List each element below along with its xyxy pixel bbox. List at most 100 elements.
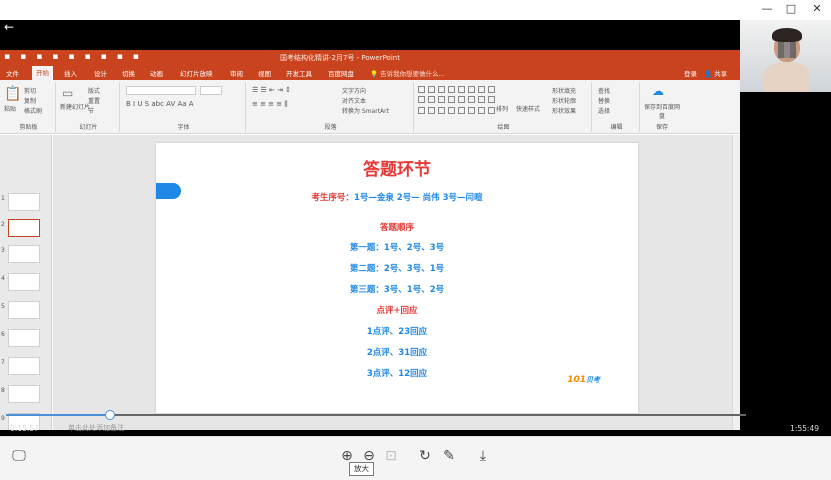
tell-me-search[interactable]: 💡 告诉我你想要做什么... — [370, 68, 445, 78]
webcam-overlay — [740, 20, 831, 92]
tab-insert[interactable]: 插入 — [64, 68, 77, 78]
thumb-number: 8 — [1, 387, 5, 394]
progress-bar[interactable] — [6, 410, 746, 420]
format-painter-button[interactable]: 格式刷 — [24, 106, 42, 115]
align-text-button[interactable]: 对齐文本 — [342, 96, 366, 105]
replace-button[interactable]: 替换 — [598, 96, 610, 105]
review-heading: 点评+回应 — [376, 306, 418, 316]
group-label-paragraph: 段落 — [324, 124, 337, 131]
maximize-icon[interactable]: □ — [782, 2, 800, 16]
close-icon[interactable]: ✕ — [808, 2, 826, 16]
smartart-button[interactable]: 转换为 SmartArt — [342, 106, 389, 115]
select-button[interactable]: 选择 — [598, 106, 610, 115]
slide-thumbnail[interactable] — [8, 357, 40, 375]
slide-thumbnail[interactable] — [8, 193, 40, 211]
fit-screen-icon[interactable]: ⊡ — [382, 447, 400, 465]
monitor-icon[interactable]: 🖵 — [10, 447, 28, 465]
tab-transitions[interactable]: 切换 — [122, 68, 135, 78]
vertical-scrollbar[interactable] — [732, 135, 740, 430]
quick-access-icons: ▪▪▪▪▪▪▪▪▪ — [4, 52, 149, 62]
tab-home[interactable]: 开始 — [32, 66, 53, 80]
group-label-save: 保存 — [655, 124, 668, 131]
rotate-icon[interactable]: ↻ — [416, 447, 434, 465]
group-paragraph: ☰ ☰ ⇤ ⇥ ↕ ≡ ≡ ≡ ≡ ⫼ 文字方向 对齐文本 转换为 SmartA… — [248, 82, 414, 132]
group-label-slides: 幻灯片 — [79, 124, 98, 131]
ribbon: 📋 粘贴 剪切 复制 格式刷 剪贴板 ▭ 新建幻灯片 版式 重置 节 幻灯片 B… — [0, 80, 740, 134]
font-name-select[interactable] — [126, 86, 196, 95]
slide-editing-area[interactable]: 答题环节 考生序号：1号—金泉 2号— 尚伟 3号—闫暄 答题顺序 第一题：1号… — [53, 135, 740, 430]
align-buttons[interactable]: ≡ ≡ ≡ ≡ ⫼ — [252, 100, 288, 109]
paste-button[interactable]: 粘贴 — [4, 104, 16, 113]
shape-outline-button[interactable]: 形状轮廓 — [552, 96, 576, 105]
group-clipboard: 📋 粘贴 剪切 复制 格式刷 剪贴板 — [2, 82, 56, 132]
tab-developer[interactable]: 开发工具 — [286, 68, 312, 78]
current-slide[interactable]: 答题环节 考生序号：1号—金泉 2号— 尚伟 3号—闫暄 答题顺序 第一题：1号… — [156, 143, 638, 413]
current-time: 0:15:57 — [10, 424, 39, 433]
candidate-line: 考生序号：1号—金泉 2号— 尚伟 3号—闫暄 — [156, 191, 638, 203]
slide-thumbnail[interactable] — [8, 301, 40, 319]
group-slides: ▭ 新建幻灯片 版式 重置 节 幻灯片 — [58, 82, 120, 132]
slide-thumbnail[interactable] — [8, 385, 40, 403]
share-button[interactable]: 👤 共享 — [704, 68, 727, 78]
zoom-in-tooltip: 放大 — [349, 462, 374, 476]
webcam-person-shirt — [764, 62, 810, 92]
slide-thumbnail-selected[interactable] — [8, 219, 40, 237]
minimize-icon[interactable]: — — [758, 2, 776, 16]
webcam-person-hair — [772, 28, 802, 42]
text-direction-button[interactable]: 文字方向 — [342, 86, 366, 95]
shape-effects-button[interactable]: 形状效果 — [552, 106, 576, 115]
reset-button[interactable]: 重置 — [88, 96, 100, 105]
thumb-number: 9 — [1, 415, 5, 422]
tab-animations[interactable]: 动画 — [150, 68, 163, 78]
new-slide-button[interactable]: 新建幻灯片 — [60, 102, 90, 111]
tab-slideshow[interactable]: 幻灯片放映 — [180, 68, 213, 78]
thumb-number: 6 — [1, 331, 5, 338]
review-3: 3点评、12回应 — [366, 369, 428, 379]
video-frame[interactable]: ← ▪▪▪▪▪▪▪▪▪ 国考结构化精讲-2月7号 - PowerPoint 文件… — [0, 20, 831, 436]
tab-review[interactable]: 审阅 — [230, 68, 243, 78]
tab-design[interactable]: 设计 — [94, 68, 107, 78]
powerpoint-window: ▪▪▪▪▪▪▪▪▪ 国考结构化精讲-2月7号 - PowerPoint 文件 开… — [0, 50, 740, 430]
slide-thumbnail[interactable] — [8, 245, 40, 263]
share-label: 共享 — [714, 70, 728, 78]
thumb-number: 4 — [1, 275, 5, 282]
group-label-drawing: 绘图 — [497, 124, 510, 131]
shape-fill-button[interactable]: 形状填充 — [552, 86, 576, 95]
back-arrow-icon[interactable]: ← — [4, 20, 14, 34]
tab-view[interactable]: 视图 — [258, 68, 271, 78]
question-2-order: 第二题：2号、3号、1号 — [349, 264, 445, 274]
thumb-number: 5 — [1, 303, 5, 310]
arrange-button[interactable]: 排列 — [496, 104, 508, 113]
paste-icon[interactable]: 📋 — [4, 86, 21, 102]
tab-file[interactable]: 文件 — [6, 68, 19, 78]
baidu-cloud-icon[interactable]: ☁ — [652, 84, 664, 98]
login-link[interactable]: 登录 — [684, 68, 697, 78]
candidate-label: 考生序号： — [311, 193, 354, 203]
download-icon[interactable]: ⤓ — [474, 447, 492, 465]
copy-button[interactable]: 复制 — [24, 96, 36, 105]
group-label-clipboard: 剪贴板 — [19, 124, 38, 131]
thumb-number: 3 — [1, 247, 5, 254]
find-button[interactable]: 查找 — [598, 86, 610, 95]
viewer-title-bar: — □ ✕ — [0, 0, 831, 20]
save-baidu-button[interactable]: 保存到百度网盘 — [642, 102, 682, 120]
slide-thumbnail[interactable] — [8, 273, 40, 291]
slide-thumbnail[interactable] — [8, 329, 40, 347]
tab-baidu[interactable]: 百度网盘 — [328, 68, 354, 78]
progress-knob[interactable] — [104, 410, 115, 420]
notes-placeholder[interactable]: 单击此处添加备注 — [68, 423, 124, 433]
font-style-buttons[interactable]: B I U S abc AV Aa A — [126, 100, 194, 108]
layout-button[interactable]: 版式 — [88, 86, 100, 95]
quick-styles-button[interactable]: 快速样式 — [516, 104, 540, 113]
shapes-gallery[interactable] — [418, 86, 495, 116]
new-slide-icon[interactable]: ▭ — [62, 86, 73, 100]
cut-button[interactable]: 剪切 — [24, 86, 36, 95]
section-button[interactable]: 节 — [88, 106, 94, 115]
list-buttons[interactable]: ☰ ☰ ⇤ ⇥ ↕ — [252, 86, 291, 94]
slide-title: 答题环节 — [363, 160, 431, 180]
group-label-font: 字体 — [177, 124, 190, 131]
font-size-select[interactable] — [200, 86, 222, 95]
thumb-number: 1 — [1, 195, 5, 202]
edit-pencil-icon[interactable]: ✎ — [440, 447, 458, 465]
group-label-editing: 编辑 — [610, 124, 623, 131]
